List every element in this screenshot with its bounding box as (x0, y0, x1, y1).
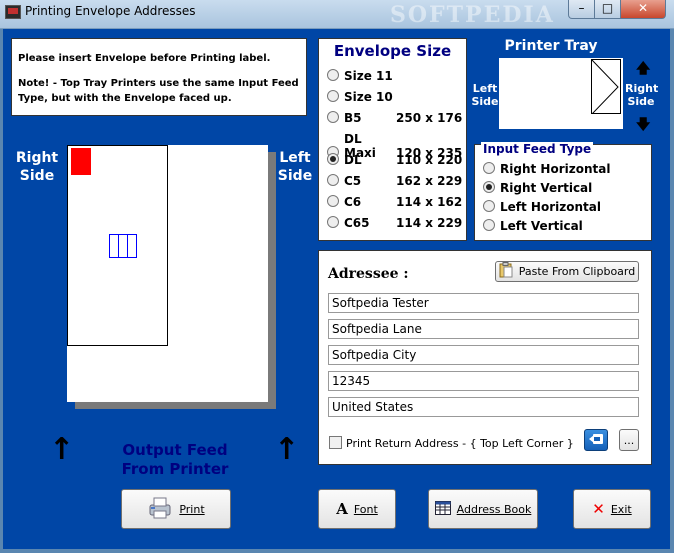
app-icon (5, 5, 21, 19)
exit-button[interactable]: ✕ Exit (573, 489, 651, 529)
title-bar[interactable]: Printing Envelope Addresses SOFTPEDIA – … (0, 0, 674, 29)
client-area: Please insert Envelope before Printing l… (3, 29, 670, 549)
envelope-size-title: Envelope Size (333, 42, 452, 60)
tray-right-side-label: Right Side (625, 82, 659, 108)
font-button[interactable]: A Font (318, 489, 396, 529)
envelope-option-c65[interactable]: C65 114 x 229 (327, 216, 462, 234)
app-window: Printing Envelope Addresses SOFTPEDIA – … (0, 0, 674, 553)
checkbox-icon[interactable] (329, 436, 342, 449)
return-arrow-icon (588, 432, 604, 449)
radio-icon[interactable] (327, 90, 339, 102)
printer-icon (147, 496, 173, 523)
envelope-option-dl[interactable]: DL 110 x 220 (327, 153, 462, 171)
address-line-2-field[interactable]: Softpedia Lane (328, 319, 639, 339)
radio-icon[interactable] (327, 216, 339, 228)
maximize-button[interactable]: □ (594, 0, 621, 19)
output-feed-label: Output Feed From Printer (121, 441, 229, 478)
address-book-button[interactable]: Address Book (428, 489, 538, 529)
tray-down-arrow-icon[interactable]: 🡇 (636, 114, 650, 138)
tray-left-side-label: Left Side (471, 82, 499, 108)
minimize-button[interactable]: – (568, 0, 595, 19)
tray-envelope-icon (591, 59, 621, 114)
addressee-panel: Adressee : Paste From Clipboard Softpedi… (318, 250, 652, 465)
radio-icon[interactable] (327, 195, 339, 207)
radio-selected-icon[interactable] (327, 153, 339, 165)
feed-option-right-vertical[interactable]: Right Vertical (483, 181, 592, 195)
envelope-option-c6[interactable]: C6 114 x 162 (327, 195, 462, 213)
radio-icon[interactable] (327, 174, 339, 186)
paste-from-clipboard-button[interactable]: Paste From Clipboard (495, 261, 639, 282)
return-address-button[interactable] (584, 429, 608, 451)
address-book-icon (434, 500, 451, 518)
clipboard-icon (499, 262, 513, 281)
input-feed-legend: Input Feed Type (481, 142, 594, 156)
address-line-3-field[interactable]: Softpedia City (328, 345, 639, 365)
envelope-option-dl-maxi[interactable]: DL Maxi 120 x 235 (327, 132, 462, 160)
left-side-label: Left Side (277, 150, 313, 184)
notice-line-2: Note! - Top Tray Printers use the same I… (18, 78, 299, 104)
addressee-title: Adressee : (328, 266, 409, 282)
envelope-option-b5[interactable]: B5 250 x 176 (327, 111, 462, 129)
font-icon: A (336, 500, 348, 518)
envelope-option-c5[interactable]: C5 162 x 229 (327, 174, 462, 192)
tray-up-arrow-icon[interactable]: 🡅 (636, 58, 650, 82)
radio-selected-icon[interactable] (483, 181, 495, 193)
address-line-1-field[interactable]: Softpedia Tester (328, 293, 639, 313)
window-title: Printing Envelope Addresses (25, 4, 196, 18)
address-block-marker (109, 234, 137, 258)
address-line-4-field[interactable]: 12345 (328, 371, 639, 391)
input-feed-panel: Input Feed Type Right Horizontal Right V… (474, 142, 652, 241)
envelope-option-size-10[interactable]: Size 10 (327, 90, 396, 108)
envelope-option-size-11[interactable]: Size 11 (327, 69, 396, 87)
close-button[interactable]: ✕ (620, 0, 666, 19)
print-button[interactable]: Print (121, 489, 231, 529)
print-return-address-checkbox[interactable]: Print Return Address - { Top Left Corner… (329, 436, 574, 450)
printer-tray-title: Printer Tray (504, 38, 598, 54)
more-options-button[interactable]: ... (619, 429, 639, 451)
address-line-5-field[interactable]: United States (328, 397, 639, 417)
feed-option-left-vertical[interactable]: Left Vertical (483, 219, 583, 233)
feed-arrow-right-icon: ↑ (274, 432, 300, 467)
feed-option-right-horizontal[interactable]: Right Horizontal (483, 162, 610, 176)
stamp-marker (71, 148, 91, 175)
radio-icon[interactable] (483, 162, 495, 174)
feed-arrow-left-icon: ↑ (49, 432, 75, 467)
radio-icon[interactable] (327, 69, 339, 81)
right-side-label: Right Side (15, 150, 59, 184)
notice-panel: Please insert Envelope before Printing l… (11, 38, 307, 116)
radio-icon[interactable] (483, 200, 495, 212)
watermark: SOFTPEDIA (390, 2, 555, 28)
radio-icon[interactable] (327, 111, 339, 123)
feed-option-left-horizontal[interactable]: Left Horizontal (483, 200, 601, 214)
radio-icon[interactable] (483, 219, 495, 231)
envelope-size-panel: Envelope Size Size 11 Size 10 B5 250 x 17… (318, 38, 467, 241)
close-x-icon: ✕ (592, 500, 605, 518)
notice-line-1: Please insert Envelope before Printing l… (18, 53, 271, 64)
